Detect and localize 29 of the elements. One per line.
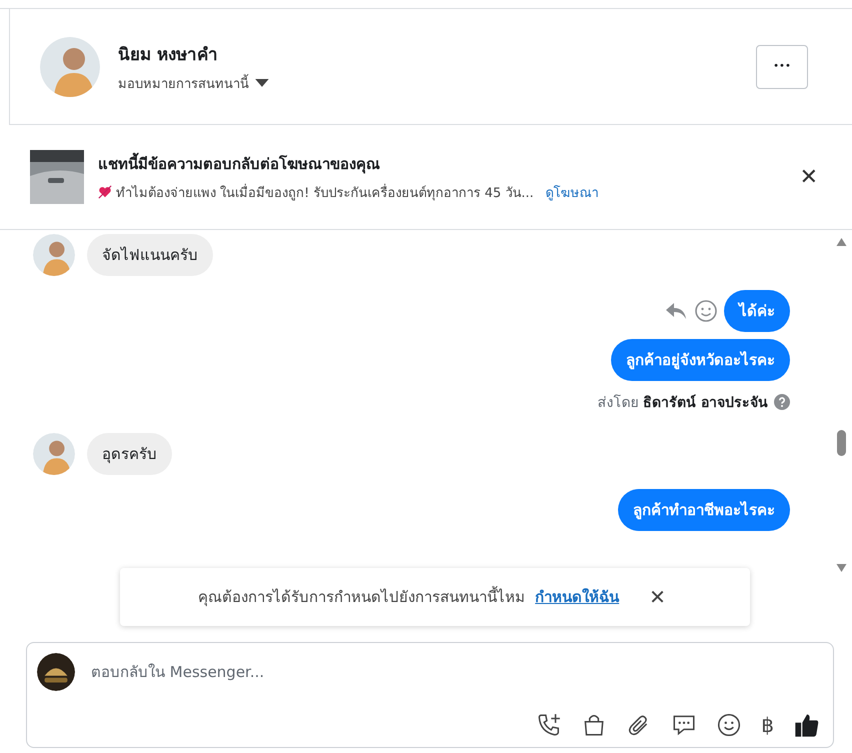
ad-snippet: ทำไมต้องจ่ายแพง ในเมื่อมีของถูก! รับประกันเครื่องยนต์ทุกอาการ 45 วัน... <box>116 182 534 202</box>
sent-by-label: ส่งโดย ธิดารัตน์ อาจประจัน <box>598 394 768 413</box>
scroll-down-icon[interactable] <box>836 564 846 572</box>
caret-icon <box>255 78 269 88</box>
payment-button[interactable]: ฿ <box>761 713 774 737</box>
add-call-icon[interactable] <box>536 712 562 738</box>
close-button[interactable]: ✕ <box>643 584 672 610</box>
incoming-message: อุดรครับ <box>87 433 172 475</box>
outgoing-message: ลูกค้าอยู่จังหวัดอะไรคะ <box>611 339 790 381</box>
help-icon[interactable] <box>774 394 790 410</box>
incoming-message: จัดไฟแนนครับ <box>87 234 213 276</box>
contact-avatar <box>33 433 75 475</box>
heart-arrow-icon <box>98 185 112 199</box>
outgoing-message: ลูกค้าทำอาชีพอะไรคะ <box>618 489 790 531</box>
toast-message: คุณต้องการได้รับการกำหนดไปยังการสนทนานี้ไหม <box>198 585 526 608</box>
ad-title: แชทนี้มีข้อความตอบกลับต่อโฆษณาของคุณ <box>98 152 381 176</box>
close-button[interactable]: ✕ <box>796 164 822 190</box>
contact-avatar <box>40 36 100 96</box>
assign-to-me-link[interactable]: กำหนดให้ฉัน <box>535 585 620 609</box>
contact-avatar <box>33 234 75 276</box>
assign-dropdown[interactable]: มอบหมายการสนทนานี้ <box>118 72 269 94</box>
emoji-icon[interactable] <box>716 712 742 738</box>
scrollbar-thumb[interactable] <box>836 430 846 456</box>
outgoing-message: ได้ค่ะ <box>724 290 790 332</box>
more-button[interactable]: ••• <box>756 44 808 88</box>
contact-name: นิยม หงษาคำ <box>118 44 219 66</box>
view-ad-link[interactable]: ดูโฆษณา <box>546 182 599 202</box>
page-avatar <box>37 653 75 691</box>
scroll-up-icon[interactable] <box>836 238 846 246</box>
